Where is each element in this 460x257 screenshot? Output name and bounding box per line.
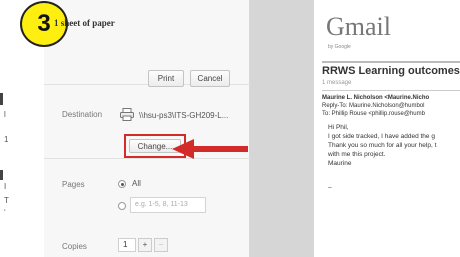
arrow-shaft <box>190 146 248 152</box>
copies-decrement-button[interactable]: − <box>154 238 168 252</box>
email-header-rule <box>322 61 460 63</box>
pages-all-label: All <box>132 179 141 188</box>
email-reply-to: Reply-To: Maurine.Nicholson@humbol <box>322 103 425 109</box>
email-signature: – <box>328 184 332 191</box>
destination-printer-name: \\hsu-ps3\ITS-GH209-L... <box>139 111 229 120</box>
email-message-count: 1 message <box>322 80 352 86</box>
print-settings-panel: Print Cancel Destination \\hsu-ps3\ITS-G… <box>44 0 250 257</box>
email-body-line: Maurine <box>328 160 352 167</box>
left-fragment: 1 <box>4 135 9 144</box>
gmail-logo: Gmail <box>326 12 391 41</box>
preview-background <box>250 0 314 257</box>
email-body-line: with me this project. <box>328 151 386 158</box>
pages-all-radio[interactable] <box>118 180 126 188</box>
copies-label: Copies <box>62 242 87 251</box>
left-edge-mark <box>0 93 3 105</box>
email-to: To: Phillip Rouse <phillip.rouse@humb <box>322 111 425 117</box>
email-body-line: I got side tracked, I have added the g <box>328 133 435 140</box>
left-fragment: T <box>4 196 9 205</box>
red-arrow-annotation <box>172 139 248 159</box>
print-preview-page: Gmail by Google RRWS Learning outcomes 1… <box>314 0 460 257</box>
printer-icon <box>120 108 134 121</box>
pages-label: Pages <box>62 180 85 189</box>
email-body-line: Thank you so much for all your help, t <box>328 142 437 149</box>
email-subject: RRWS Learning outcomes <box>322 65 460 77</box>
pages-range-input[interactable]: e.g. 1-5, 8, 11-13 <box>130 197 206 213</box>
copies-input[interactable]: 1 <box>118 238 136 252</box>
pages-range-radio[interactable] <box>118 202 126 210</box>
left-fragment: ‘ <box>4 208 6 217</box>
email-body-line: Hi Phil, <box>328 124 349 131</box>
arrow-head <box>172 139 194 159</box>
gmail-logo-subtitle: by Google <box>328 44 351 50</box>
copies-increment-button[interactable]: + <box>138 238 152 252</box>
cancel-button[interactable]: Cancel <box>190 70 230 87</box>
left-fragment: l <box>4 110 6 119</box>
destination-label: Destination <box>62 110 103 119</box>
email-divider <box>322 90 460 91</box>
print-button[interactable]: Print <box>148 70 184 87</box>
email-from: Maurine L. Nicholson <Maurine.Nicho <box>322 95 430 101</box>
sheet-summary: 1 sheet of paper <box>54 18 115 28</box>
left-edge-mark <box>0 170 3 180</box>
left-fragment: I <box>4 182 7 191</box>
